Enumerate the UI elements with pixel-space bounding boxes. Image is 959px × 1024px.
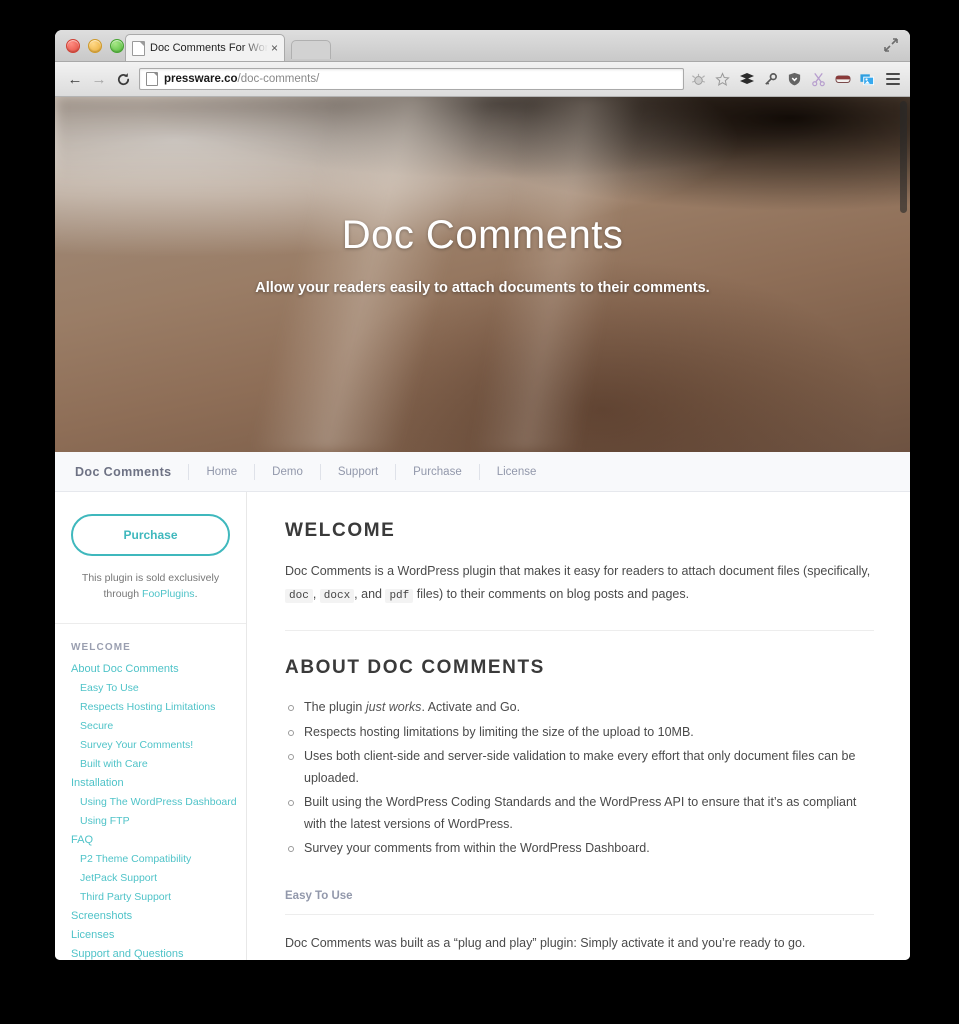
toc-link-respects-hosting-limitations[interactable]: Respects Hosting Limitations bbox=[71, 698, 246, 717]
purchase-block: Purchase This plugin is sold exclusively… bbox=[55, 492, 246, 624]
code-docx: docx bbox=[319, 589, 355, 604]
toc-link-easy-to-use[interactable]: Easy To Use bbox=[71, 679, 246, 698]
easy-paragraph-1: Doc Comments was built as a “plug and pl… bbox=[285, 935, 806, 950]
toc-link-about-doc-comments[interactable]: About Doc Comments bbox=[71, 660, 246, 679]
code-pdf: pdf bbox=[385, 589, 414, 604]
window-controls bbox=[66, 39, 124, 53]
star-icon[interactable] bbox=[714, 71, 731, 88]
toc-link-survey-your-comments[interactable]: Survey Your Comments! bbox=[71, 736, 246, 755]
scissors-icon[interactable] bbox=[810, 71, 827, 88]
toc-link-third-party-support[interactable]: Third Party Support bbox=[71, 888, 246, 907]
welcome-paragraph: Doc Comments is a WordPress plugin that … bbox=[285, 560, 874, 606]
browser-toolbar: ← → pressware.co/doc-comments/ bbox=[55, 62, 910, 97]
shield-icon[interactable] bbox=[786, 71, 803, 88]
toc-link-support-and-questions[interactable]: Support and Questions bbox=[71, 945, 246, 960]
feature-item: Uses both client-side and server-side va… bbox=[285, 746, 874, 789]
welcome-heading: WELCOME bbox=[285, 520, 396, 541]
sidebar: Purchase This plugin is sold exclusively… bbox=[55, 492, 247, 960]
nav-link-license[interactable]: License bbox=[480, 466, 554, 478]
mask-icon[interactable] bbox=[834, 71, 851, 88]
feature-item: Built using the WordPress Coding Standar… bbox=[285, 792, 874, 835]
page-columns: Purchase This plugin is sold exclusively… bbox=[55, 492, 910, 960]
nav-link-support[interactable]: Support bbox=[321, 466, 395, 478]
sold-note-suffix: . bbox=[194, 588, 198, 601]
welcome-text-a: Doc Comments is a WordPress plugin that … bbox=[285, 564, 871, 578]
nav-link-home[interactable]: Home bbox=[189, 466, 254, 478]
about-heading: ABOUT DOC COMMENTS bbox=[285, 657, 545, 679]
nav-link-purchase[interactable]: Purchase bbox=[396, 466, 479, 478]
bug-icon[interactable] bbox=[690, 71, 707, 88]
toc-link-secure[interactable]: Secure bbox=[71, 717, 246, 736]
url-domain: pressware.co bbox=[164, 73, 238, 85]
site-brand[interactable]: Doc Comments bbox=[75, 465, 188, 479]
toc-link-installation[interactable]: Installation bbox=[71, 774, 246, 793]
toc-link-using-ftp[interactable]: Using FTP bbox=[71, 812, 246, 831]
toc-link-built-with-care[interactable]: Built with Care bbox=[71, 755, 246, 774]
reload-button[interactable] bbox=[111, 68, 135, 90]
images-icon[interactable] bbox=[858, 71, 875, 88]
toc-link-faq[interactable]: FAQ bbox=[71, 831, 246, 850]
fullscreen-icon[interactable] bbox=[884, 38, 898, 52]
easy-to-use-heading: Easy To Use bbox=[285, 890, 874, 915]
toc-link-jetpack-support[interactable]: JetPack Support bbox=[71, 869, 246, 888]
back-button[interactable]: ← bbox=[63, 68, 87, 90]
layers-icon[interactable] bbox=[738, 71, 755, 88]
chrome-menu-button[interactable] bbox=[886, 73, 900, 85]
new-tab-button[interactable] bbox=[291, 40, 331, 59]
welcome-text-c: , and bbox=[354, 587, 386, 602]
welcome-text-d: files) to their comments on blog posts a… bbox=[413, 587, 690, 602]
welcome-text-b: , bbox=[312, 587, 320, 602]
toc-link-p2-theme-compatibility[interactable]: P2 Theme Compatibility bbox=[71, 850, 246, 869]
site-page-icon bbox=[146, 72, 158, 86]
feature-item: Respects hosting limitations by limiting… bbox=[285, 722, 874, 744]
extension-icons bbox=[690, 71, 902, 88]
page-scrollbar[interactable] bbox=[900, 101, 907, 213]
close-tab-icon[interactable]: × bbox=[271, 42, 278, 54]
toc-heading: WELCOME bbox=[71, 641, 131, 653]
feature-emphasis: just works bbox=[365, 700, 422, 715]
minimize-window-button[interactable] bbox=[88, 39, 102, 53]
browser-titlebar: Doc Comments For WordPr × bbox=[55, 30, 910, 62]
hero-subtitle: Allow your readers easily to attach docu… bbox=[255, 280, 710, 296]
page-viewport: Doc Comments Allow your readers easily t… bbox=[55, 97, 910, 960]
code-doc: doc bbox=[285, 589, 313, 604]
nav-link-demo[interactable]: Demo bbox=[255, 466, 320, 478]
hero-banner: Doc Comments Allow your readers easily t… bbox=[55, 97, 910, 452]
fooplugins-link[interactable]: FooPlugins bbox=[142, 588, 195, 600]
section-divider bbox=[285, 630, 874, 632]
maximize-window-button[interactable] bbox=[110, 39, 124, 53]
table-of-contents: WELCOME About Doc Comments Easy To Use Res… bbox=[55, 624, 246, 960]
browser-window: Doc Comments For WordPr × ← → pressware.… bbox=[55, 30, 910, 960]
hero-title: Doc Comments bbox=[341, 213, 624, 257]
toc-link-licenses[interactable]: Licenses bbox=[71, 926, 246, 945]
toc-link-using-the-wordpress-dashboard[interactable]: Using The WordPress Dashboard bbox=[71, 793, 246, 812]
browser-tab[interactable]: Doc Comments For WordPr × bbox=[125, 34, 285, 61]
forward-button[interactable]: → bbox=[87, 68, 111, 90]
purchase-button[interactable]: Purchase bbox=[71, 514, 230, 556]
feature-item: The plugin just works. Activate and Go. bbox=[285, 697, 874, 719]
feature-item: Survey your comments from within the Wor… bbox=[285, 838, 874, 860]
close-window-button[interactable] bbox=[66, 39, 80, 53]
feature-list: The plugin just works. Activate and Go. R… bbox=[285, 697, 874, 860]
tab-title: Doc Comments For WordPr bbox=[150, 42, 268, 54]
main-content: WELCOME Doc Comments is a WordPress plug… bbox=[247, 492, 910, 960]
site-navigation: Doc Comments Home Demo Support Purchase … bbox=[55, 452, 910, 492]
sold-exclusively-note: This plugin is sold exclusively through … bbox=[71, 570, 230, 603]
page-icon bbox=[132, 40, 145, 56]
key-icon[interactable] bbox=[762, 71, 779, 88]
address-bar[interactable]: pressware.co/doc-comments/ bbox=[139, 68, 684, 90]
toc-link-screenshots[interactable]: Screenshots bbox=[71, 907, 246, 926]
url-path: /doc-comments/ bbox=[237, 73, 320, 85]
